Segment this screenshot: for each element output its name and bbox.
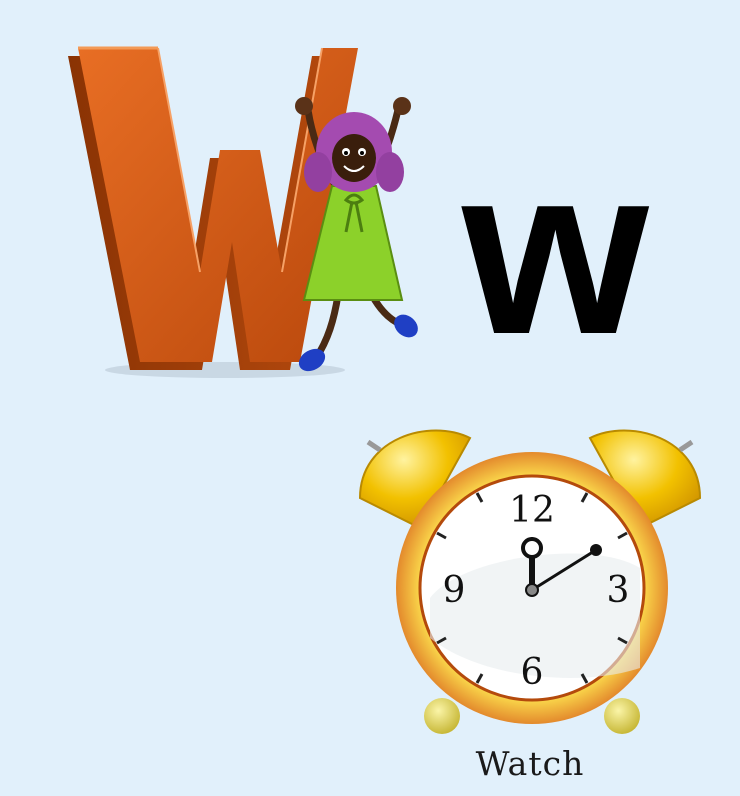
letter-w-lowercase: w xyxy=(462,116,649,384)
clock-numeral-9: 9 xyxy=(443,570,466,611)
alarm-clock-illustration: 12 3 6 9 xyxy=(358,429,702,734)
clock-numeral-3: 3 xyxy=(607,570,630,611)
alphabet-card: w 12 3 6 9 Watch xyxy=(0,0,740,796)
girl-illustration xyxy=(295,97,418,372)
word-label: Watch xyxy=(475,744,585,783)
clock-numeral-6: 6 xyxy=(521,652,544,693)
clock-numeral-12: 12 xyxy=(509,490,555,531)
